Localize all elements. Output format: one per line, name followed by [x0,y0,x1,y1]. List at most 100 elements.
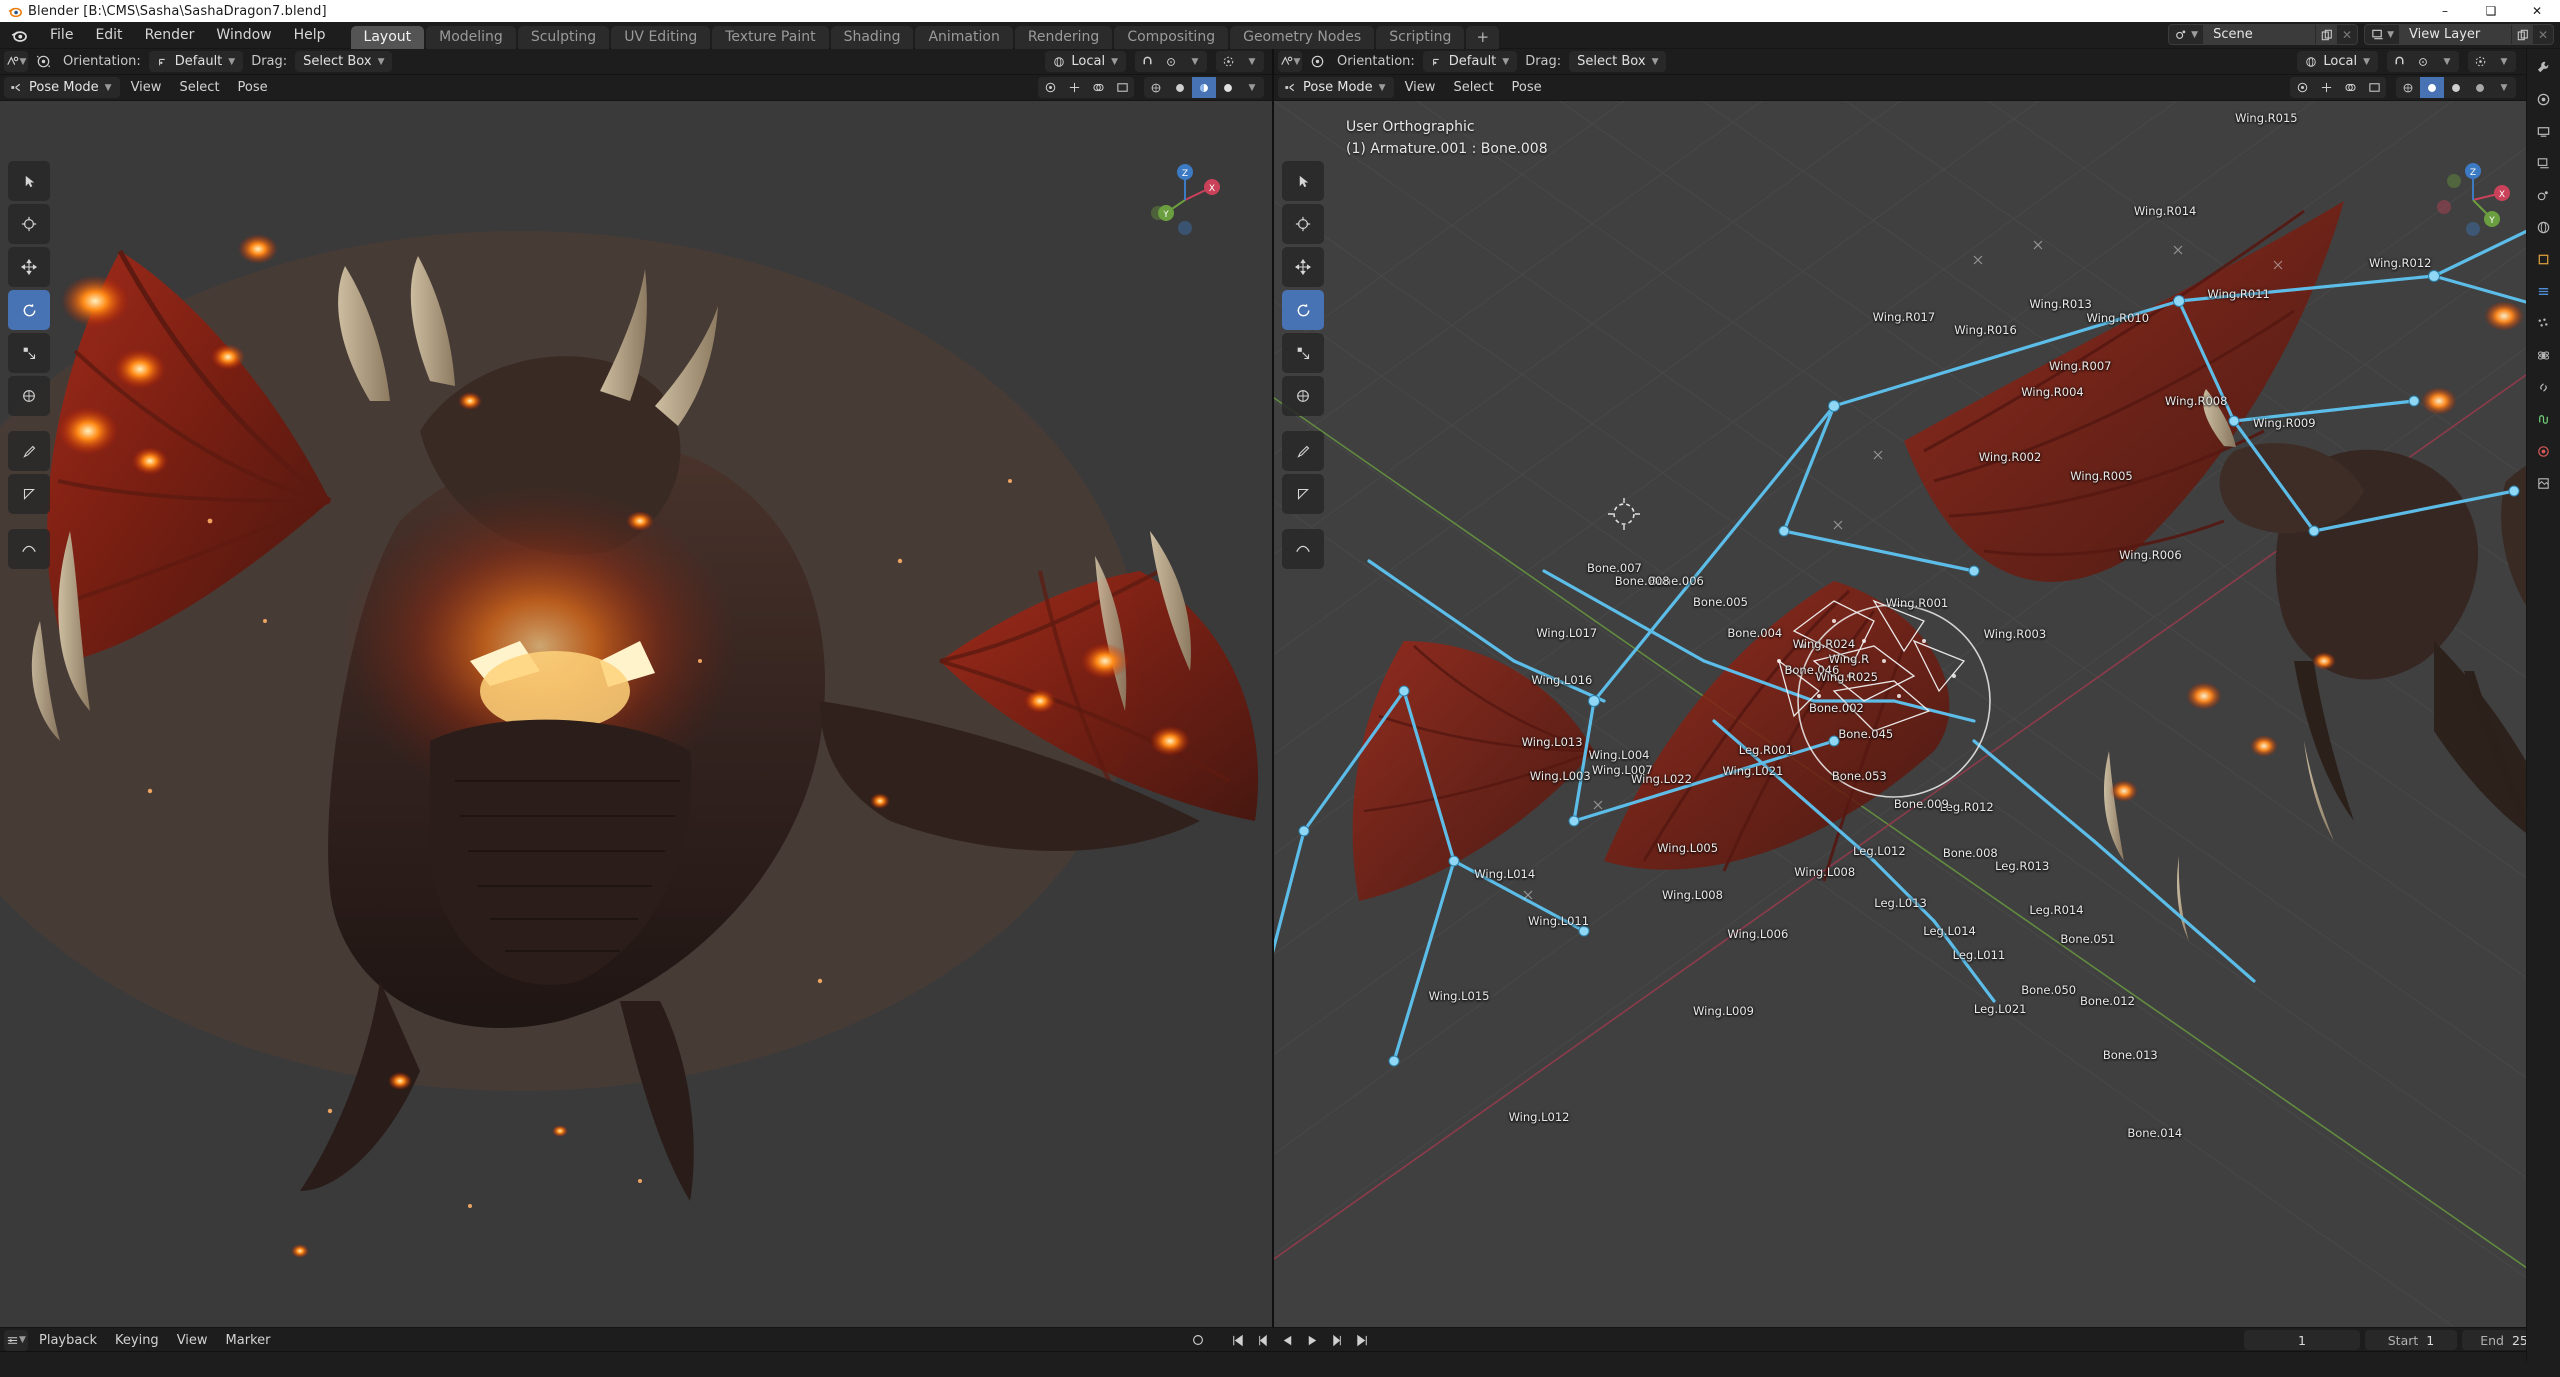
measure-tool[interactable] [1282,474,1324,514]
prev-keyframe-button[interactable] [1251,1330,1273,1350]
annotate-tool[interactable] [8,431,50,471]
menu-window[interactable]: Window [205,24,282,46]
proportional-edit-icon[interactable] [2468,51,2492,72]
right-menu-view[interactable]: View [1398,77,1443,98]
scale-tool[interactable] [1282,333,1324,373]
right-orientation-dropdown[interactable]: Default ▼ [1422,51,1518,72]
object-types-visibility-icon[interactable] [2290,77,2314,98]
right-editor-type-icon[interactable]: ▼ [1278,51,1302,72]
menu-edit[interactable]: Edit [84,24,133,46]
timeline-menu-keying[interactable]: Keying [108,1330,166,1351]
modifier-icon[interactable] [2533,281,2555,301]
scene-selector[interactable]: ▼ Scene ✕ [2168,24,2359,45]
left-tool-active-icon[interactable] [31,51,55,72]
material-icon[interactable] [2533,441,2555,461]
tab-sculpting[interactable]: Sculpting [517,25,610,49]
right-menu-select[interactable]: Select [1446,77,1500,98]
start-frame-field[interactable]: Start 1 [2365,1330,2457,1350]
shading-material-preview-icon[interactable] [2444,77,2468,98]
auto-keying-icon[interactable] [1187,1330,1209,1350]
render-icon[interactable] [2533,89,2555,109]
overlays-toggle-icon[interactable] [2338,77,2362,98]
close-button[interactable]: ✕ [2514,0,2560,22]
shading-wireframe-icon[interactable] [2396,77,2420,98]
play-button[interactable] [1301,1330,1323,1350]
output-icon[interactable] [2533,121,2555,141]
xray-toggle-icon[interactable] [2362,77,2386,98]
tab-texture-paint[interactable]: Texture Paint [712,25,829,49]
xray-toggle-icon[interactable] [1110,77,1134,98]
shading-rendered-icon[interactable] [1216,77,1240,98]
tab-scripting[interactable]: Scripting [1376,25,1465,49]
timeline-menu-marker[interactable]: Marker [219,1330,278,1351]
breakdowner-tool[interactable] [8,529,50,569]
play-reverse-button[interactable] [1276,1330,1298,1350]
scene-name[interactable]: Scene [2203,25,2316,44]
object-icon[interactable] [2533,249,2555,269]
overlays-toggle-icon[interactable] [1086,77,1110,98]
left-drag-dropdown[interactable]: Select Box ▼ [295,51,393,72]
proportional-chevron-icon[interactable]: ▼ [1240,51,1264,72]
breakdowner-tool[interactable] [1282,529,1324,569]
left-3d-viewport[interactable]: X Y Z [0,101,1272,1336]
shading-chevron-icon[interactable]: ▼ [2492,77,2516,98]
snap-chevron-icon[interactable]: ▼ [2435,51,2459,72]
unlink-view-layer-icon[interactable]: ✕ [2533,25,2553,44]
snap-target-icon[interactable] [2411,51,2435,72]
jump-to-end-button[interactable] [1351,1330,1373,1350]
view-layer-selector[interactable]: ▼ View Layer ✕ [2364,24,2554,45]
right-menu-pose[interactable]: Pose [1505,77,1549,98]
snap-chevron-icon[interactable]: ▼ [1183,51,1207,72]
left-view-gizmo[interactable]: X Y Z [1142,157,1228,243]
transform-tool[interactable] [8,376,50,416]
minimize-button[interactable]: – [2422,0,2468,22]
rotate-tool[interactable] [8,290,50,330]
timeline-menu-view[interactable]: View [170,1330,215,1351]
tweak-tool[interactable] [8,161,50,201]
world-icon[interactable] [2533,217,2555,237]
left-editor-type-icon[interactable]: ▼ [4,51,28,72]
gizmo-toggle-icon[interactable] [1062,77,1086,98]
tab-shading[interactable]: Shading [830,25,914,49]
view-layer-icon[interactable] [2533,153,2555,173]
right-transform-space-dropdown[interactable]: Local ▼ [2297,51,2378,72]
scale-tool[interactable] [8,333,50,373]
gizmo-toggle-icon[interactable] [2314,77,2338,98]
current-frame-field[interactable]: 1 [2244,1330,2360,1350]
physics-icon[interactable] [2533,345,2555,365]
snap-magnet-icon[interactable] [1135,51,1159,72]
shading-chevron-icon[interactable]: ▼ [1240,77,1264,98]
snap-target-icon[interactable] [1159,51,1183,72]
left-menu-view[interactable]: View [124,77,169,98]
right-drag-dropdown[interactable]: Select Box ▼ [1569,51,1667,72]
tab-geometry-nodes[interactable]: Geometry Nodes [1230,25,1375,49]
proportional-edit-icon[interactable] [1216,51,1240,72]
cursor-tool[interactable] [8,204,50,244]
tab-compositing[interactable]: Compositing [1114,25,1229,49]
cursor-tool[interactable] [1282,204,1324,244]
snap-magnet-icon[interactable] [2387,51,2411,72]
shading-solid-icon[interactable] [1168,77,1192,98]
menu-file[interactable]: File [39,24,84,46]
left-menu-pose[interactable]: Pose [231,77,275,98]
rotate-tool[interactable] [1282,290,1324,330]
object-types-visibility-icon[interactable] [1038,77,1062,98]
right-mode-selector[interactable]: Pose Mode ▼ [1278,77,1394,98]
left-orientation-dropdown[interactable]: Default ▼ [148,51,244,72]
maximize-button[interactable]: ❑ [2468,0,2514,22]
constraint-icon[interactable] [2533,377,2555,397]
particles-icon[interactable] [2533,313,2555,333]
unlink-scene-icon[interactable]: ✕ [2337,25,2357,44]
tool-icon[interactable] [2533,57,2555,77]
menu-help[interactable]: Help [283,24,337,46]
blender-menu-icon[interactable] [10,27,27,44]
timeline-menu-playback[interactable]: Playback [32,1330,104,1351]
jump-to-start-button[interactable] [1226,1330,1248,1350]
move-tool[interactable] [8,247,50,287]
shading-material-preview-icon[interactable] [1192,77,1216,98]
shading-rendered-icon[interactable] [2468,77,2492,98]
duplicate-icon[interactable] [2315,25,2338,44]
timeline-editor-type-icon[interactable]: ▼ [4,1329,28,1351]
add-workspace-button[interactable]: + [1466,25,1500,49]
measure-tool[interactable] [8,474,50,514]
